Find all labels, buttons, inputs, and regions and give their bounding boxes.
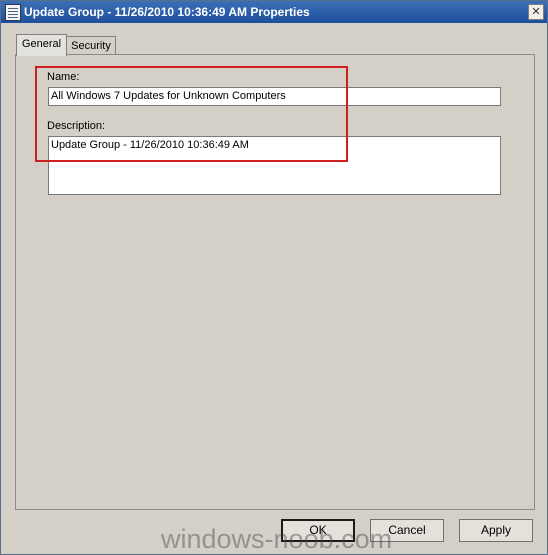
properties-dialog: Update Group - 11/26/2010 10:36:49 AM Pr…: [0, 0, 548, 555]
properties-icon: [5, 4, 21, 21]
window-title: Update Group - 11/26/2010 10:36:49 AM Pr…: [24, 5, 310, 19]
apply-button[interactable]: Apply: [459, 519, 533, 542]
watermark: windows-noob.com: [161, 524, 393, 554]
title-bar[interactable]: Update Group - 11/26/2010 10:36:49 AM Pr…: [1, 1, 547, 23]
tab-general[interactable]: General: [16, 34, 67, 56]
highlight-box: [35, 66, 348, 162]
tab-security[interactable]: Security: [66, 36, 116, 55]
close-icon[interactable]: ✕: [528, 4, 544, 20]
